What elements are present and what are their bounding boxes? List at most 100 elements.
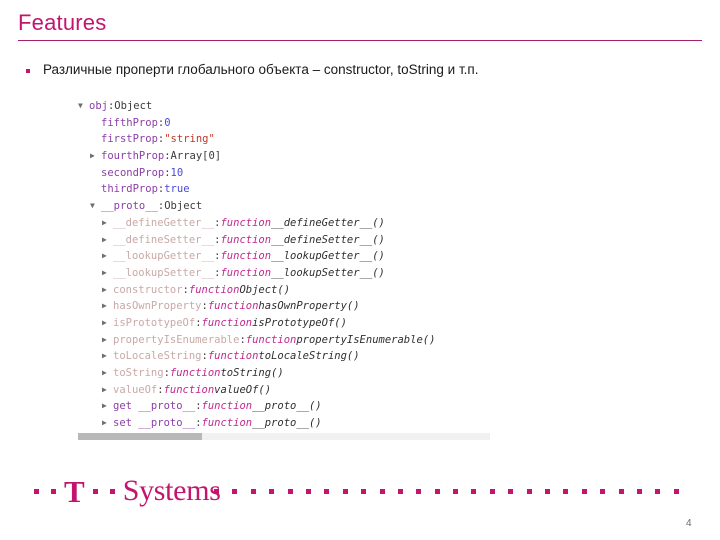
footer-dot-icon	[434, 488, 440, 494]
function-keyword: function	[207, 350, 259, 363]
triangle-right-icon[interactable]	[102, 315, 113, 332]
object-inspector-row[interactable]: obj: Object	[78, 98, 492, 115]
function-keyword: function	[220, 250, 272, 263]
logo-dot-icon	[109, 488, 115, 494]
bullet-item-label: Различные проперти глобального объекта –…	[43, 62, 479, 77]
scrollbar-thumb[interactable]	[78, 433, 202, 440]
triangle-right-icon[interactable]	[102, 215, 113, 232]
property-key: fifthProp	[101, 116, 158, 129]
triangle-right-icon[interactable]	[102, 298, 113, 315]
property-value: true	[164, 183, 190, 196]
slide-footer: T Systems	[0, 470, 720, 512]
object-inspector-row[interactable]: fourthProp: Array[0]	[78, 148, 492, 165]
triangle-right-icon[interactable]	[102, 348, 113, 365]
console-horizontal-scrollbar[interactable]	[78, 433, 490, 440]
footer-dot-icon	[232, 488, 238, 494]
triangle-right-icon[interactable]	[102, 365, 113, 382]
function-signature: toLocaleString()	[258, 350, 360, 363]
triangle-right-icon[interactable]	[102, 265, 113, 282]
object-inspector-row[interactable]: fifthProp: 0	[78, 115, 492, 132]
triangle-right-icon[interactable]	[102, 332, 113, 349]
object-inspector-row[interactable]: valueOf: function valueOf()	[78, 382, 492, 399]
property-key: valueOf	[113, 383, 158, 396]
function-keyword: function	[201, 417, 253, 430]
function-signature: __proto__()	[252, 417, 322, 430]
page-title: Features	[18, 10, 107, 35]
object-inspector-row[interactable]: __defineGetter__: function __defineGette…	[78, 215, 492, 232]
property-key: __proto__	[101, 200, 158, 213]
object-inspector-row[interactable]: __proto__: Object	[78, 198, 492, 215]
object-inspector-row[interactable]: toString: function toString()	[78, 365, 492, 382]
triangle-right-icon[interactable]	[102, 382, 113, 399]
triangle-right-icon[interactable]	[102, 282, 113, 299]
object-inspector-row[interactable]: get __proto__: function __proto__()	[78, 398, 492, 415]
property-key: __lookupGetter__	[113, 250, 215, 263]
page-number: 4	[686, 518, 692, 529]
object-inspector-row[interactable]: constructor: function Object()	[78, 282, 492, 299]
logo-wordmark: Systems	[122, 474, 221, 507]
function-signature: toString()	[220, 367, 284, 379]
square-bullet-icon	[26, 69, 30, 73]
property-key: set __proto__	[113, 417, 196, 430]
property-key: toString	[113, 367, 164, 379]
triangle-right-icon[interactable]	[102, 398, 113, 415]
object-inspector-row[interactable]: __defineSetter__: function __defineSette…	[78, 232, 492, 249]
property-key: firstProp	[101, 133, 158, 146]
footer-dot-icon	[361, 488, 367, 494]
triangle-down-icon[interactable]	[90, 198, 101, 215]
footer-dot-icon	[489, 488, 495, 494]
triangle-right-icon[interactable]	[102, 232, 113, 249]
property-key: constructor	[113, 283, 183, 296]
property-value: "string"	[164, 133, 215, 146]
footer-dot-rule	[214, 470, 692, 512]
property-key: __defineSetter__	[113, 233, 215, 246]
property-key: thirdProp	[101, 183, 158, 196]
footer-dot-icon	[655, 488, 661, 494]
property-key: __lookupSetter__	[113, 266, 215, 279]
function-keyword: function	[245, 333, 297, 346]
object-inspector-row[interactable]: firstProp: "string"	[78, 131, 492, 148]
property-key: fourthProp	[101, 150, 165, 163]
logo-t-mark: T	[64, 473, 85, 509]
property-key: obj	[89, 100, 108, 112]
function-signature: __lookupSetter__()	[271, 266, 385, 279]
object-inspector-row[interactable]: toLocaleString: function toLocaleString(…	[78, 348, 492, 365]
property-key: __defineGetter__	[113, 216, 215, 229]
footer-dot-icon	[600, 488, 606, 494]
function-keyword: function	[188, 283, 240, 296]
function-keyword: function	[207, 300, 259, 313]
object-inspector-row[interactable]: set __proto__: function __proto__()	[78, 415, 492, 432]
object-inspector-row[interactable]: propertyIsEnumerable: function propertyI…	[78, 332, 492, 349]
footer-dot-icon	[563, 488, 569, 494]
property-key: isPrototypeOf	[113, 316, 196, 329]
property-key: propertyIsEnumerable	[113, 333, 240, 346]
function-signature: Object()	[239, 283, 291, 296]
function-keyword: function	[163, 383, 215, 396]
triangle-right-icon[interactable]	[102, 248, 113, 265]
object-inspector-row[interactable]: __lookupSetter__: function __lookupSette…	[78, 265, 492, 282]
triangle-right-icon[interactable]	[102, 415, 113, 432]
object-inspector-row[interactable]: secondProp: 10	[78, 165, 492, 182]
function-keyword: function	[220, 266, 272, 279]
footer-dot-icon	[342, 488, 348, 494]
object-inspector-row[interactable]: thirdProp: true	[78, 181, 492, 198]
footer-dot-icon	[453, 488, 459, 494]
footer-dot-icon	[324, 488, 330, 494]
property-value: Object	[114, 100, 153, 112]
logo-dot-icon	[34, 488, 39, 494]
function-signature: valueOf()	[214, 383, 272, 396]
function-keyword: function	[201, 400, 253, 413]
object-inspector-row[interactable]: __lookupGetter__: function __lookupGette…	[78, 248, 492, 265]
object-inspector-row[interactable]: hasOwnProperty: function hasOwnProperty(…	[78, 298, 492, 315]
property-key: hasOwnProperty	[113, 300, 202, 313]
object-inspector-row[interactable]: isPrototypeOf: function isPrototypeOf()	[78, 315, 492, 332]
triangle-down-icon[interactable]	[78, 98, 89, 115]
function-signature: __defineSetter__()	[271, 233, 385, 246]
footer-dot-icon	[416, 488, 422, 494]
footer-dot-icon	[526, 488, 532, 494]
property-key: toLocaleString	[113, 350, 202, 363]
t-systems-logo: T Systems	[28, 470, 221, 512]
triangle-right-icon[interactable]	[90, 148, 101, 165]
property-value: Object	[164, 200, 203, 213]
footer-dot-icon	[618, 488, 624, 494]
